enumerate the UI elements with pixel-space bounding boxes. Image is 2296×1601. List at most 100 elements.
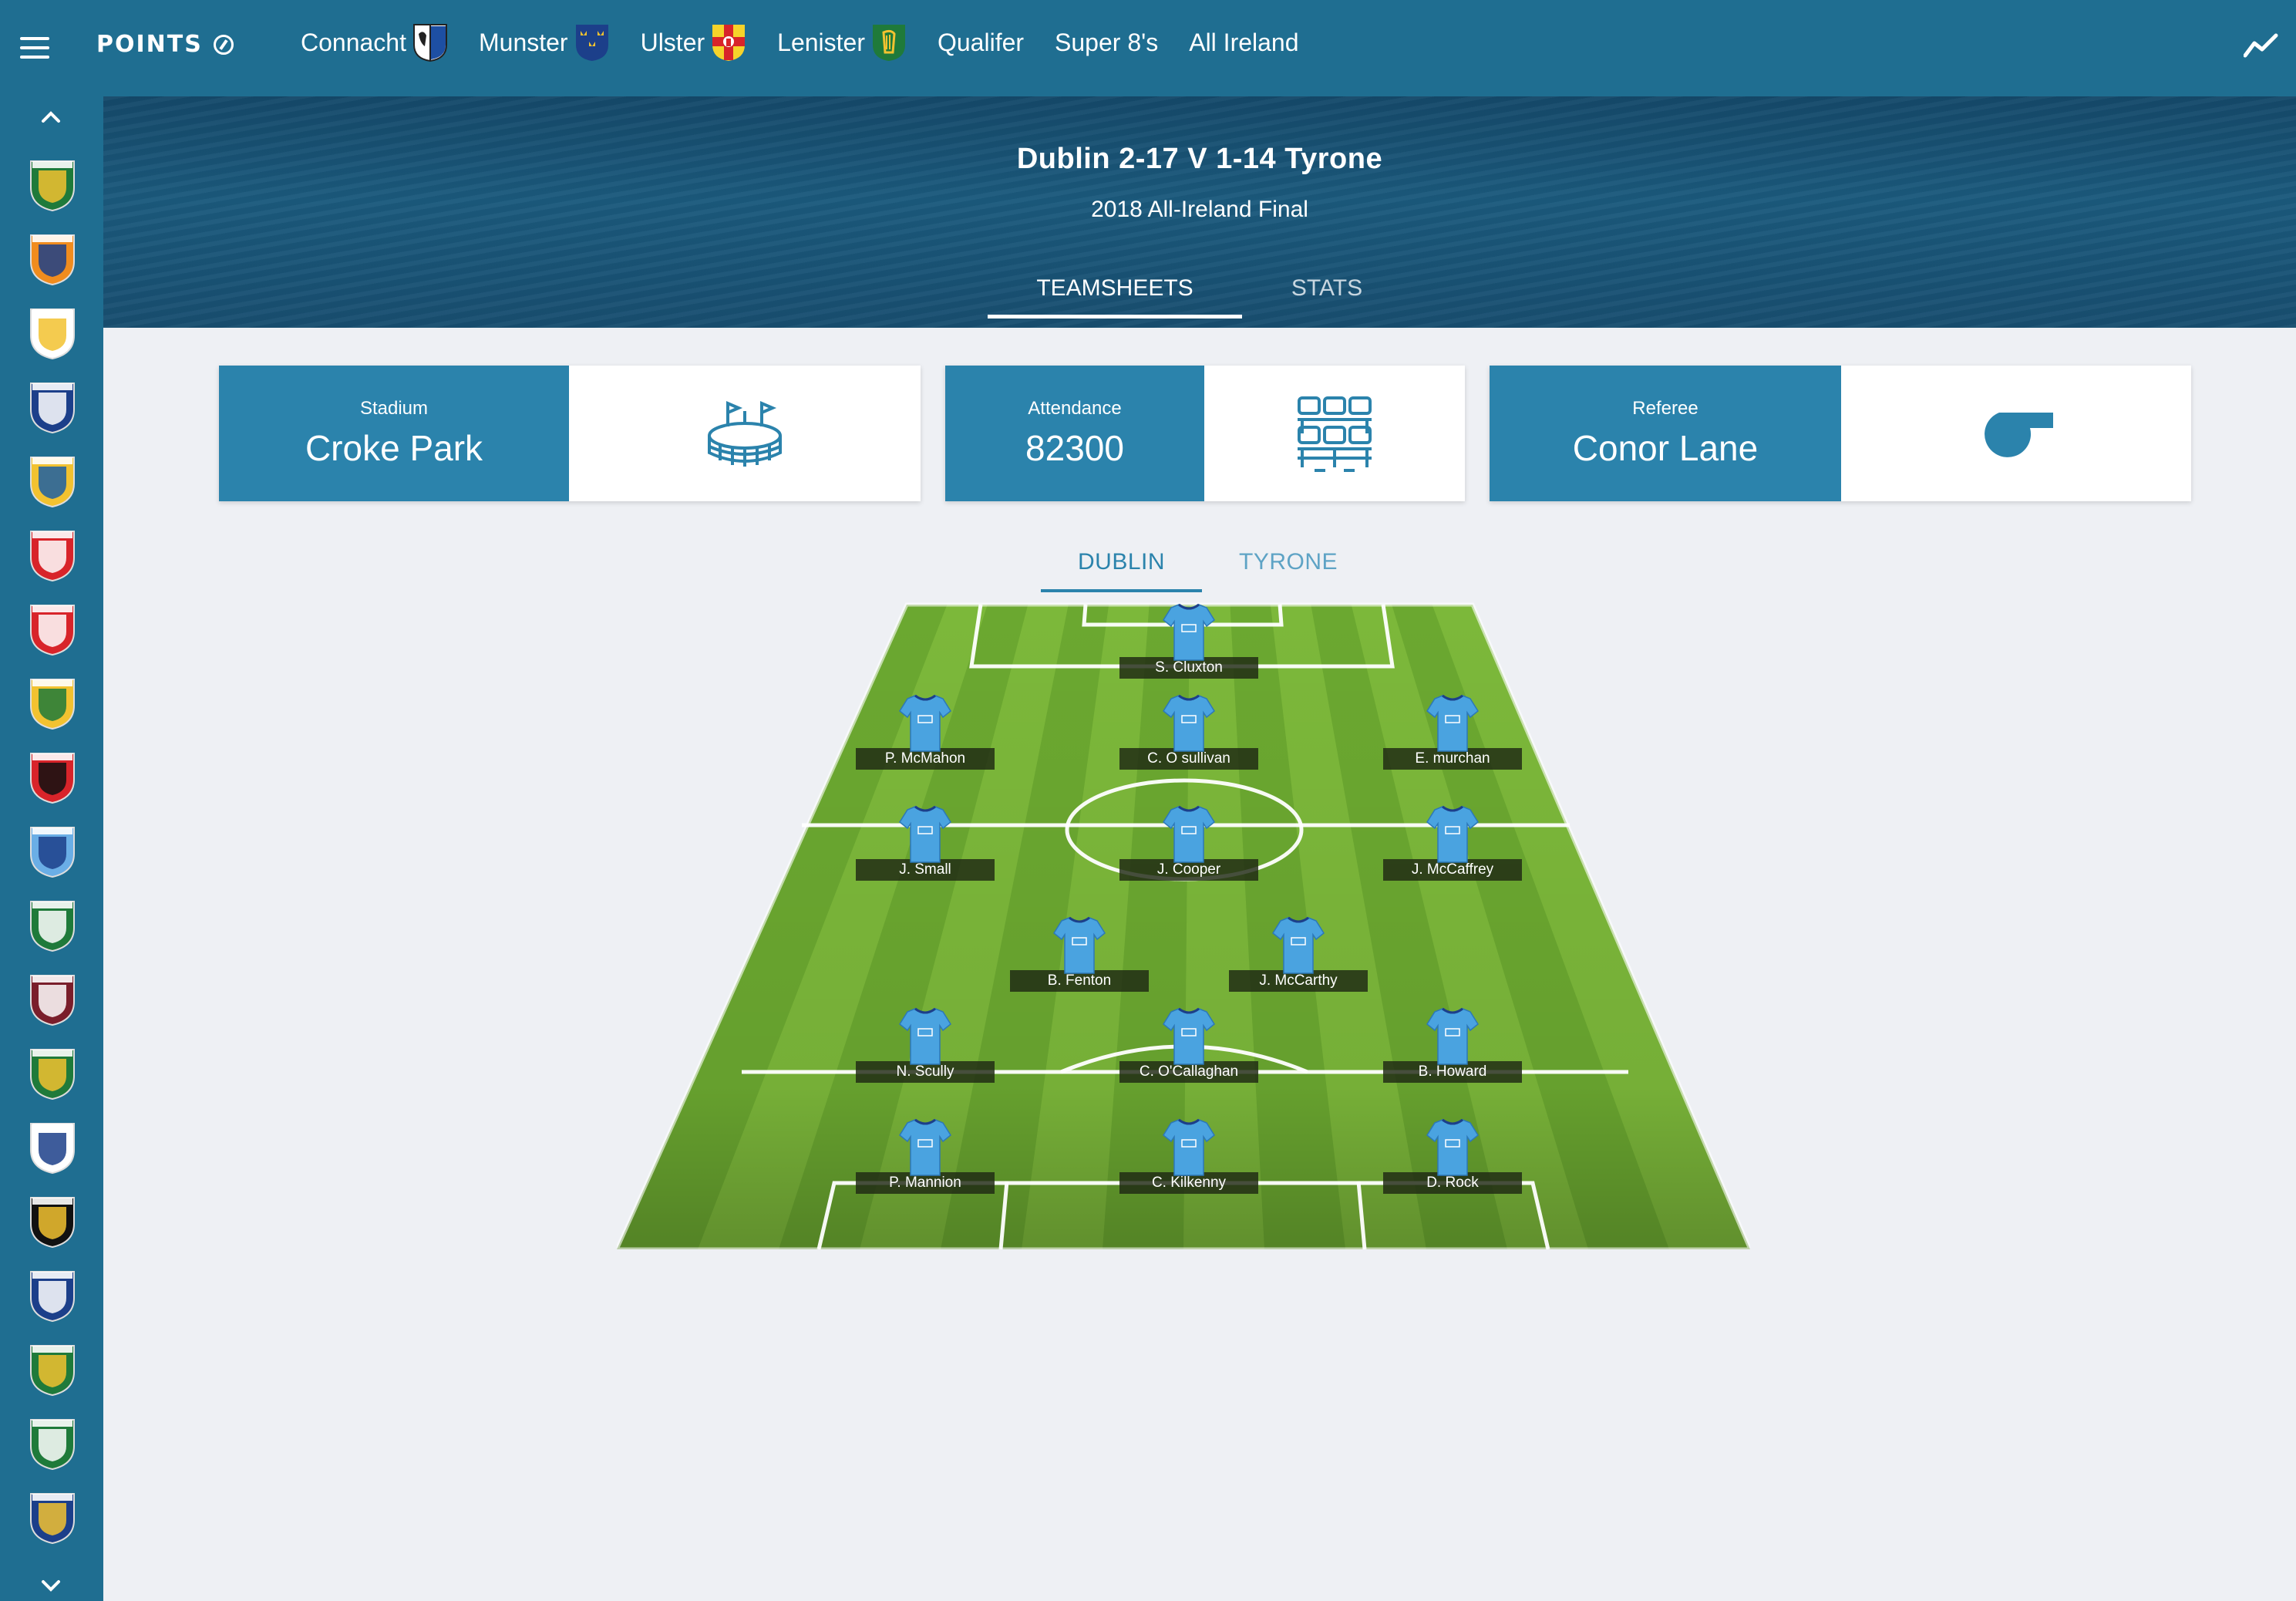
province-nav: Connacht Munster Ulster Lenister Qualife… <box>301 23 1330 62</box>
player-marker[interactable]: D. Rock <box>1383 1117 1522 1194</box>
player-name: C. Kilkenny <box>1119 1172 1258 1194</box>
attendance-card: Attendance 82300 <box>945 366 1465 501</box>
brand-logo[interactable]: POINTS <box>96 31 234 58</box>
tab-tyrone[interactable]: TYRONE <box>1202 540 1375 592</box>
down-crest-icon[interactable] <box>28 750 77 804</box>
jersey-icon <box>1426 694 1479 752</box>
nav-munster-label: Munster <box>478 28 568 56</box>
referee-label: Referee <box>1632 398 1698 419</box>
player-marker[interactable]: J. McCaffrey <box>1383 804 1522 881</box>
attendance-info: Attendance 82300 <box>945 366 1204 501</box>
tab-teamsheets[interactable]: TEAMSHEETS <box>988 275 1242 319</box>
limerick-crest-icon[interactable] <box>28 1417 77 1471</box>
jersey-icon <box>899 1007 951 1065</box>
player-marker[interactable]: N. Scully <box>856 1006 995 1083</box>
tab-dublin[interactable]: DUBLIN <box>1041 540 1203 592</box>
nav-munster[interactable]: Munster <box>479 23 610 62</box>
nav-leinster-label: Lenister <box>777 28 865 56</box>
nav-ulster[interactable]: Ulster <box>641 23 747 62</box>
jersey-icon <box>1163 1007 1215 1065</box>
seats-icon <box>1298 396 1372 472</box>
player-name: J. Cooper <box>1119 859 1258 881</box>
laois-crest-icon[interactable] <box>28 1269 77 1323</box>
derry-crest-icon[interactable] <box>28 602 77 656</box>
nav-leinster[interactable]: Lenister <box>777 23 907 62</box>
nav-all-ireland[interactable]: All Ireland <box>1189 29 1298 57</box>
jersey-icon <box>1163 1118 1215 1176</box>
nav-qualifier[interactable]: Qualifer <box>938 29 1024 57</box>
player-marker[interactable]: B. Howard <box>1383 1006 1522 1083</box>
jersey-icon <box>1426 1118 1479 1176</box>
leinster-crest-icon <box>872 25 905 61</box>
stadium-info: Stadium Croke Park <box>219 366 569 501</box>
scroll-up-icon[interactable] <box>37 106 65 127</box>
jersey-icon <box>1163 603 1215 661</box>
fermanagh-crest-icon[interactable] <box>28 898 77 952</box>
leitrim-crest-icon[interactable] <box>28 1343 77 1397</box>
whistle-icon <box>1985 413 2053 457</box>
player-marker[interactable]: C. O'Callaghan <box>1119 1006 1258 1083</box>
galway-crest-icon[interactable] <box>28 972 77 1026</box>
player-marker[interactable]: J. Cooper <box>1119 804 1258 881</box>
player-name: J. Small <box>856 859 995 881</box>
longford-crest-icon[interactable] <box>28 1491 77 1545</box>
player-name: B. Howard <box>1383 1061 1522 1083</box>
referee-card: Referee Conor Lane <box>1490 366 2191 501</box>
stadium-icon-panel <box>569 366 921 501</box>
match-title: Dublin 2-17 V 1-14 Tyrone <box>1016 143 1383 175</box>
trend-line-icon[interactable] <box>2244 32 2279 60</box>
stadium-icon <box>708 400 782 467</box>
player-name: E. murchan <box>1383 748 1522 770</box>
cavan-crest-icon[interactable] <box>28 380 77 434</box>
player-name: S. Cluxton <box>1119 657 1258 679</box>
nav-super-8s-label: Super 8's <box>1055 28 1159 56</box>
donegal-crest-icon[interactable] <box>28 676 77 730</box>
player-marker[interactable]: P. Mannion <box>856 1117 995 1194</box>
match-header: Dublin 2-17 V 1-14 Tyrone 2018 All-Irela… <box>103 96 2296 328</box>
kerry-crest-icon[interactable] <box>28 1047 77 1100</box>
player-marker[interactable]: E. murchan <box>1383 693 1522 770</box>
stadium-card: Stadium Croke Park <box>219 366 921 501</box>
player-marker[interactable]: S. Cluxton <box>1119 602 1258 679</box>
armagh-crest-icon[interactable] <box>28 232 77 286</box>
player-marker[interactable]: C. Kilkenny <box>1119 1117 1258 1194</box>
ulster-crest-icon <box>712 25 746 61</box>
top-app-bar: POINTS Connacht Munster Ulster Lenister … <box>0 0 2296 96</box>
kildare-crest-icon[interactable] <box>28 1121 77 1175</box>
player-name: P. McMahon <box>856 748 995 770</box>
pitch: S. Cluxton P. McMahon C. O sullivan E. murc… <box>617 602 1750 1249</box>
player-marker[interactable]: C. O sullivan <box>1119 693 1258 770</box>
jersey-icon <box>1426 805 1479 863</box>
dublin-crest-icon[interactable] <box>28 824 77 878</box>
menu-icon[interactable] <box>20 37 49 59</box>
jersey-icon <box>899 805 951 863</box>
player-name: C. O'Callaghan <box>1119 1061 1258 1083</box>
match-tabs: TEAMSHEETS STATS <box>103 275 2296 319</box>
player-marker[interactable]: P. McMahon <box>856 693 995 770</box>
nav-connacht-label: Connacht <box>301 28 406 56</box>
cork-crest-icon[interactable] <box>28 528 77 582</box>
player-marker[interactable]: B. Fenton <box>1010 915 1149 992</box>
clare-crest-icon[interactable] <box>28 454 77 508</box>
kilkenny-crest-icon[interactable] <box>28 1195 77 1249</box>
carlow-crest-icon[interactable] <box>28 306 77 360</box>
player-name: J. McCarthy <box>1229 970 1368 992</box>
brand-name: POINTS <box>96 31 203 58</box>
antrim-crest-icon[interactable] <box>28 158 77 212</box>
connacht-crest-icon <box>412 24 447 62</box>
tab-stats[interactable]: STATS <box>1242 275 1412 319</box>
match-subtitle: 2018 All-Ireland Final <box>1091 197 1308 222</box>
nav-connacht[interactable]: Connacht <box>301 23 448 62</box>
player-name: J. McCaffrey <box>1383 859 1522 881</box>
nav-ulster-label: Ulster <box>640 28 705 56</box>
scroll-down-icon[interactable] <box>37 1576 65 1597</box>
county-sidebar <box>0 96 103 1601</box>
player-marker[interactable]: J. Small <box>856 804 995 881</box>
nav-super-8s[interactable]: Super 8's <box>1055 29 1158 57</box>
football-icon <box>213 34 234 55</box>
referee-value: Conor Lane <box>1572 428 1759 468</box>
attendance-value: 82300 <box>1025 428 1124 468</box>
referee-info: Referee Conor Lane <box>1490 366 1841 501</box>
referee-icon-panel <box>1841 366 2191 501</box>
player-marker[interactable]: J. McCarthy <box>1229 915 1368 992</box>
